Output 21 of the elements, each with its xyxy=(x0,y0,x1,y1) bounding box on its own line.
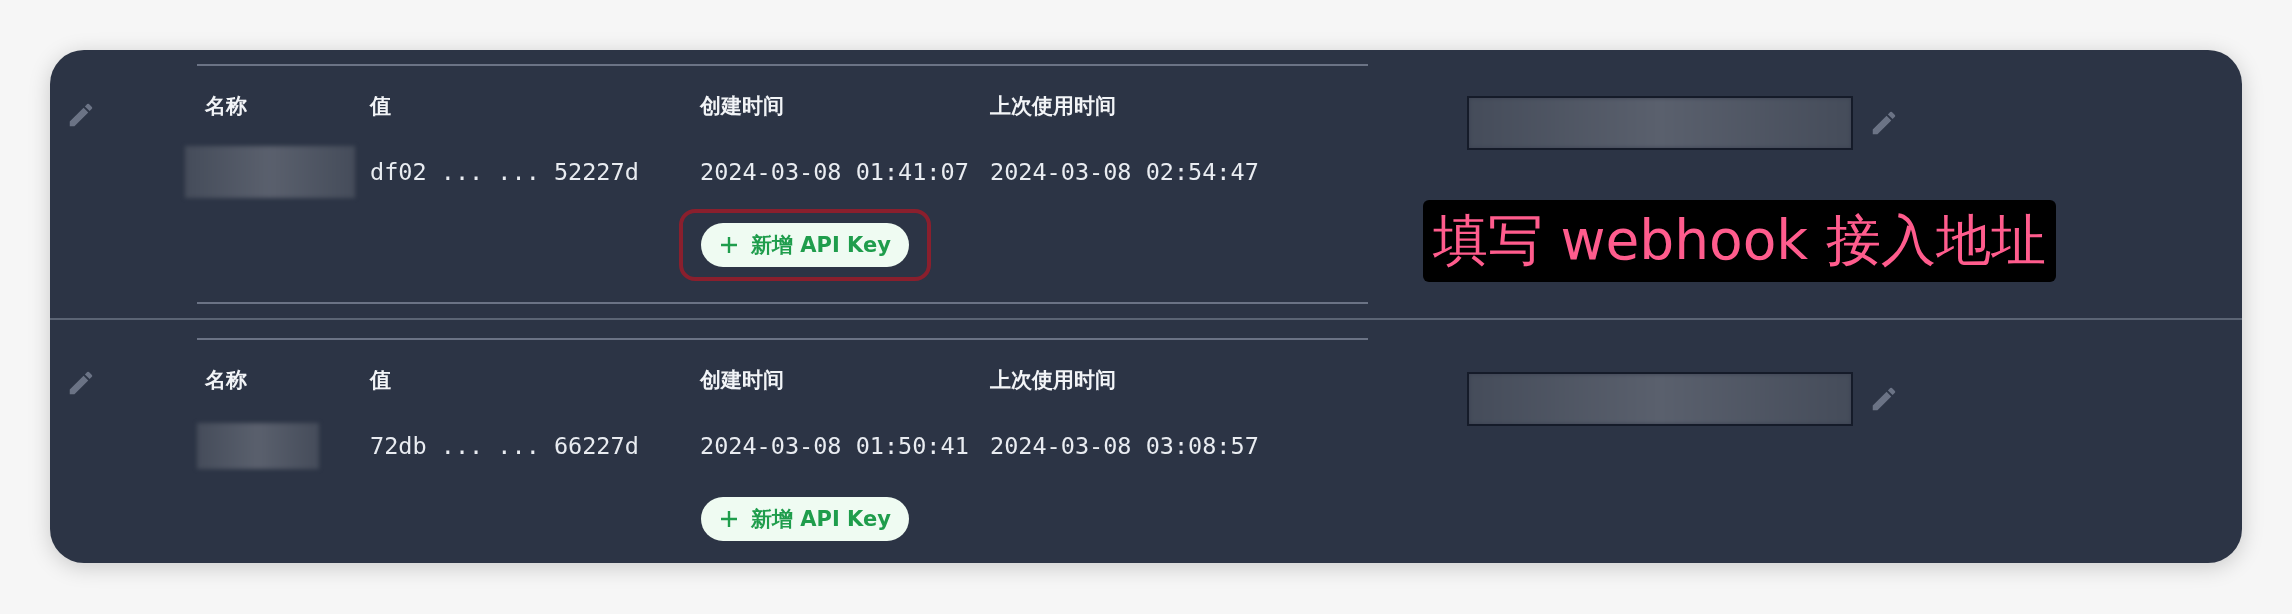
column-header: 名称 xyxy=(204,367,248,394)
column-header: 创建时间 xyxy=(698,93,785,120)
table-cell-text: 2024-03-08 01:41:07 xyxy=(699,158,970,186)
column-header: 名称 xyxy=(204,93,248,120)
table-cell-text: 2024-03-08 03:08:57 xyxy=(989,432,1260,460)
webhook-field[interactable] xyxy=(1467,372,1853,426)
table-cell-text: df02 ... ... 52227d xyxy=(369,158,640,186)
add-api-key-button[interactable]: 新增 API Key xyxy=(701,497,909,541)
annotation-label: 填写 webhook 接入地址 xyxy=(1423,200,2056,282)
column-header: 值 xyxy=(368,93,392,120)
column-header: 上次使用时间 xyxy=(989,367,1117,394)
plus-icon xyxy=(719,235,740,255)
table-cell-text: 72db ... ... 66227d xyxy=(369,432,640,460)
table-cell-text: 2024-03-08 01:50:41 xyxy=(699,432,970,460)
plus-icon xyxy=(719,509,740,529)
column-header: 上次使用时间 xyxy=(989,93,1117,120)
add-api-key-button[interactable]: 新增 API Key xyxy=(701,223,909,267)
column-header: 创建时间 xyxy=(698,367,785,394)
column-header: 值 xyxy=(368,367,392,394)
webhook-field[interactable] xyxy=(1467,96,1853,150)
table-cell-text: 2024-03-08 02:54:47 xyxy=(989,158,1260,186)
